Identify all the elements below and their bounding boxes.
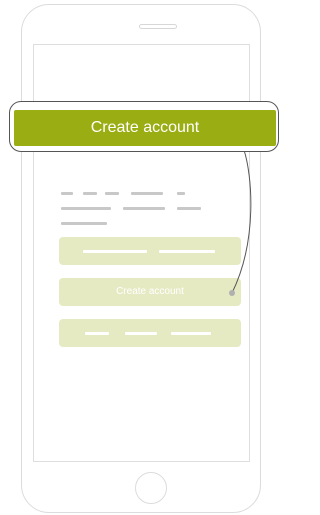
placeholder-bar xyxy=(171,332,211,335)
placeholder-text-line xyxy=(131,192,163,195)
create-account-button[interactable]: Create account xyxy=(14,110,276,146)
placeholder-bar xyxy=(83,250,147,253)
stage: Create account Create account xyxy=(0,0,280,515)
placeholder-text-line xyxy=(105,192,119,195)
placeholder-text-line xyxy=(61,192,73,195)
create-account-screen-label: Create account xyxy=(116,286,184,297)
placeholder-text-line xyxy=(61,207,111,210)
placeholder-bar xyxy=(85,332,109,335)
placeholder-text-line xyxy=(123,207,165,210)
placeholder-text-line xyxy=(177,192,185,195)
placeholder-bar xyxy=(159,250,215,253)
create-account-screen-button[interactable]: Create account xyxy=(59,278,241,306)
placeholder-text-line xyxy=(61,222,107,225)
home-button[interactable] xyxy=(135,472,167,504)
screen-button-1[interactable] xyxy=(59,237,241,265)
placeholder-text-line xyxy=(177,207,201,210)
speaker-grille xyxy=(139,24,177,29)
placeholder-text-line xyxy=(83,192,97,195)
screen-button-3[interactable] xyxy=(59,319,241,347)
hotspot-dot xyxy=(229,290,235,296)
placeholder-bar xyxy=(125,332,157,335)
